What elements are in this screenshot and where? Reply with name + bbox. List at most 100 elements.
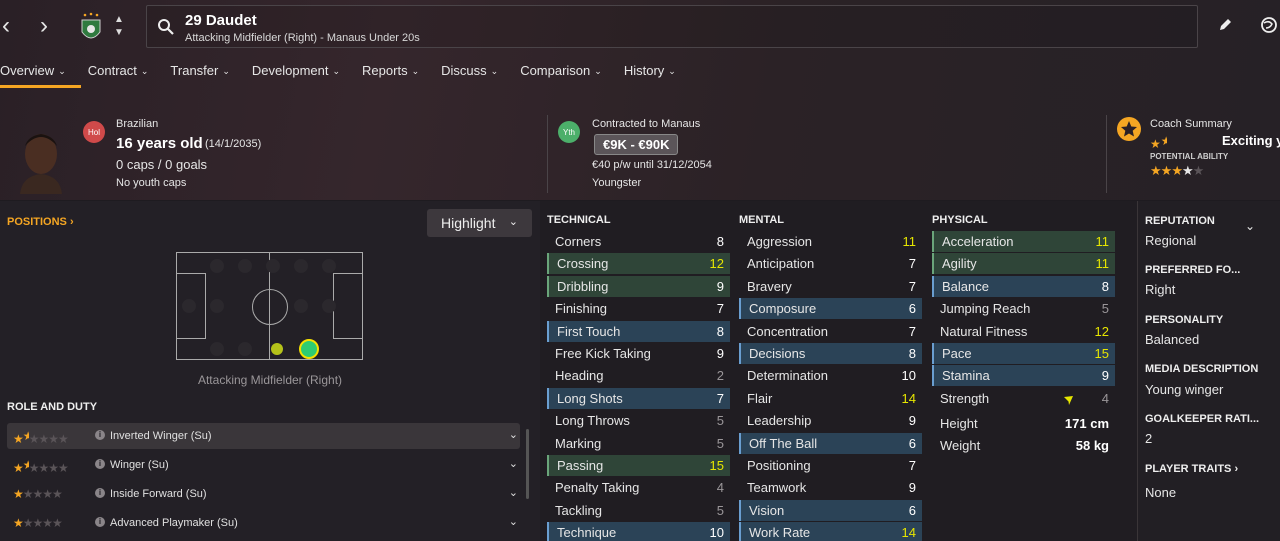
attribute-name: Crossing — [557, 256, 609, 272]
chevron-down-icon[interactable]: ⌄ — [509, 515, 518, 528]
attribute-row[interactable]: Teamwork 9 — [739, 477, 922, 498]
attribute-row[interactable]: Off The Ball 6 — [739, 432, 922, 454]
chevron-down-icon[interactable]: ⌄ — [509, 457, 518, 470]
attribute-row[interactable]: Marking 5 — [547, 433, 730, 454]
attribute-row[interactable]: Dribbling 9 — [547, 275, 730, 297]
tab-transfer[interactable]: Transfer ⌄ — [170, 63, 251, 89]
attribute-row[interactable]: Balance 8 — [932, 275, 1115, 297]
attribute-value: 2 — [716, 368, 724, 384]
attribute-row[interactable]: Technique 10 — [547, 522, 730, 541]
club-crest-icon[interactable] — [80, 12, 102, 44]
attribute-value: 8 — [1101, 278, 1109, 294]
half-star-icon: ★ — [1160, 134, 1167, 148]
attribute-row[interactable]: Stamina 9 — [932, 365, 1115, 387]
attribute-value: 8 — [716, 323, 724, 339]
attribute-row[interactable]: First Touch 8 — [547, 320, 730, 342]
attribute-row[interactable]: Concentration 7 — [739, 321, 922, 342]
info-icon[interactable]: i — [95, 517, 105, 527]
transfer-value-tag[interactable]: €9K - €90K — [594, 134, 679, 155]
role-row[interactable]: ★★★★★★ i Winger (Su) ⌄ — [7, 452, 520, 478]
attribute-value: 6 — [908, 502, 916, 518]
attribute-row[interactable]: Long Shots 7 — [547, 387, 730, 409]
player-info-panel: REPUTATION Regional ⌄ PREFERRED FO... Ri… — [1137, 201, 1280, 541]
tab-overview[interactable]: Overview ⌄ — [0, 63, 88, 89]
chevron-down-icon[interactable]: ⌄ — [509, 486, 518, 499]
chevron-down-icon: ⌄ — [668, 66, 676, 76]
roles-scrollbar[interactable] — [526, 429, 529, 499]
attribute-row[interactable]: Heading 2 — [547, 365, 730, 386]
attribute-row[interactable]: Corners 8 — [547, 231, 730, 252]
tab-discuss[interactable]: Discuss ⌄ — [441, 63, 520, 89]
attribute-row[interactable]: Positioning 7 — [739, 455, 922, 476]
role-stars: ★★★★★★ — [13, 458, 69, 475]
attribute-row[interactable]: Determination 10 — [739, 365, 922, 386]
attribute-row[interactable]: Decisions 8 — [739, 343, 922, 364]
attribute-row[interactable]: Passing 15 — [547, 455, 730, 476]
chevron-down-icon: ⌄ — [332, 66, 341, 76]
chevron-down-icon[interactable]: ⌄ — [509, 428, 518, 441]
wage-info: €40 p/w until 31/12/2054 — [592, 159, 712, 171]
player-traits-link[interactable]: PLAYER TRAITS › — [1145, 463, 1238, 475]
attribute-row[interactable]: Composure 6 — [739, 298, 922, 320]
forward-arrow-icon[interactable]: › — [40, 14, 48, 38]
attribute-row[interactable]: Agility 11 — [932, 253, 1115, 275]
role-row[interactable]: ★★★★★ i Advanced Playmaker (Su) ⌄ — [7, 510, 520, 536]
tab-history[interactable]: History ⌄ — [624, 63, 698, 89]
tab-reports[interactable]: Reports ⌄ — [362, 63, 441, 89]
technical-title: TECHNICAL — [547, 214, 611, 226]
search-icon[interactable] — [157, 18, 175, 36]
attribute-value: 4 — [716, 480, 724, 496]
reputation-title: REPUTATION — [1145, 215, 1215, 227]
info-icon[interactable]: i — [95, 488, 105, 498]
chevron-down-icon: ⌄ — [508, 216, 518, 228]
attribute-row[interactable]: Penalty Taking 4 — [547, 477, 730, 498]
nationality-badge[interactable]: Hol — [83, 121, 105, 143]
back-arrow-icon[interactable]: ‹ — [2, 14, 10, 38]
attribute-row[interactable]: Vision 6 — [739, 499, 922, 521]
chevron-down-icon[interactable]: ⌄ — [1245, 219, 1255, 233]
attribute-row[interactable]: Strength 4 — [932, 388, 1115, 409]
youth-badge: Yth — [558, 121, 580, 143]
attribute-row[interactable]: Flair 14 — [739, 388, 922, 409]
attribute-name: Strength — [940, 390, 990, 406]
attribute-row[interactable]: Free Kick Taking 9 — [547, 343, 730, 364]
tab-comparison[interactable]: Comparison ⌄ — [520, 63, 624, 89]
attribute-row[interactable]: Tackling 5 — [547, 500, 730, 521]
highlight-dropdown[interactable]: Highlight ⌄ — [427, 209, 532, 237]
attribute-value: 11 — [902, 234, 917, 249]
attribute-row[interactable]: Acceleration 11 — [932, 231, 1115, 252]
info-icon[interactable]: i — [95, 430, 105, 440]
attribute-row[interactable]: Crossing 12 — [547, 253, 730, 275]
attribute-row[interactable]: Leadership 9 — [739, 410, 922, 431]
attribute-name: Penalty Taking — [555, 480, 640, 496]
attribute-name: Agility — [942, 256, 977, 272]
tab-development[interactable]: Development ⌄ — [252, 63, 362, 89]
attribute-row[interactable]: Finishing 7 — [547, 298, 730, 319]
info-icon[interactable]: i — [95, 459, 105, 469]
attribute-row[interactable]: Long Throws 5 — [547, 410, 730, 431]
attribute-value: 7 — [716, 301, 724, 317]
attribute-row[interactable]: Aggression 11 — [739, 231, 922, 252]
tab-contract[interactable]: Contract ⌄ — [88, 63, 171, 89]
attribute-row[interactable]: Bravery 7 — [739, 276, 922, 297]
globe-icon[interactable] — [1260, 16, 1278, 34]
attribute-row[interactable]: Natural Fitness 12 — [932, 321, 1115, 342]
edit-pencil-icon[interactable] — [1218, 18, 1232, 32]
attribute-row[interactable]: Pace 15 — [932, 343, 1115, 364]
role-row[interactable]: ★★★★★ i Inside Forward (Su) ⌄ — [7, 481, 520, 507]
attribute-value: 15 — [709, 458, 724, 473]
coach-summary-text: Exciting y — [1222, 133, 1280, 148]
role-row[interactable]: ★★★★★★ i Inverted Winger (Su) ⌄ — [7, 423, 520, 449]
attribute-row[interactable]: Work Rate 14 — [739, 522, 922, 541]
player-cycle-arrows[interactable]: ▲ ▼ — [114, 13, 124, 39]
positions-link[interactable]: POSITIONS › — [7, 216, 74, 228]
attribute-value: 5 — [1101, 301, 1109, 317]
attribute-value: 12 — [1094, 323, 1109, 339]
player-traits-value: None — [1145, 485, 1177, 500]
potential-ability-label: POTENTIAL ABILITY — [1150, 152, 1229, 161]
attribute-row[interactable]: Anticipation 7 — [739, 253, 922, 274]
player-header-bar[interactable]: 29 Daudet Attacking Midfielder (Right) -… — [146, 5, 1198, 48]
attribute-value: 7 — [908, 323, 916, 339]
attribute-row[interactable]: Jumping Reach 5 — [932, 298, 1115, 319]
attribute-name: Anticipation — [747, 256, 815, 272]
